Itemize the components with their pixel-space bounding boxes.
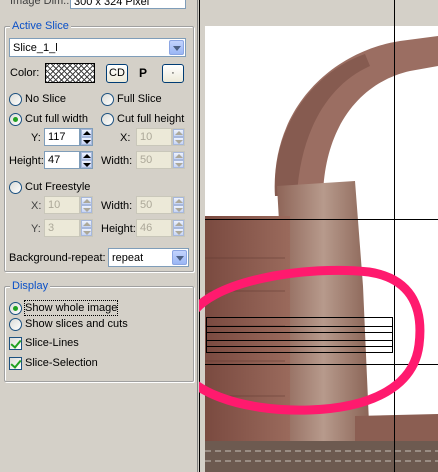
spin-up-icon[interactable] <box>81 152 92 160</box>
freestyle-x-label: X: <box>31 200 42 212</box>
x-label: X: <box>120 132 131 144</box>
freestyle-y-label: Y: <box>31 223 41 235</box>
bg-repeat-label: Background-repeat: <box>9 252 106 264</box>
spin-up-icon[interactable] <box>173 152 184 160</box>
width-input[interactable]: 50 <box>136 151 172 169</box>
spin-down-icon[interactable] <box>81 160 92 168</box>
y-spin[interactable] <box>80 128 93 146</box>
show-slices-radio[interactable] <box>9 318 22 331</box>
show-whole-image-radio[interactable] <box>9 302 22 315</box>
height-input[interactable]: 47 <box>44 151 80 169</box>
slice-select[interactable]: Slice_1_l <box>9 38 186 57</box>
cut-full-width-label: Cut full width <box>25 113 88 125</box>
spin-up-icon[interactable] <box>81 129 92 137</box>
spin-up-icon[interactable] <box>81 220 92 228</box>
color-swatch[interactable] <box>45 63 95 83</box>
spin-down-icon[interactable] <box>173 228 184 236</box>
spin-down-icon[interactable] <box>81 205 92 213</box>
cut-full-height-radio[interactable] <box>101 113 114 126</box>
image-dim-label: Image Dim.: <box>10 0 70 7</box>
width-label: Width: <box>101 155 133 167</box>
x-input[interactable]: 10 <box>136 128 172 146</box>
freestyle-width-input[interactable]: 50 <box>136 196 172 214</box>
full-slice-label: Full Slice <box>117 93 162 105</box>
chevron-down-icon[interactable] <box>172 250 187 265</box>
spin-down-icon[interactable] <box>173 160 184 168</box>
height-spin[interactable] <box>80 151 93 169</box>
show-slices-label: Show slices and cuts <box>25 318 128 330</box>
spin-down-icon[interactable] <box>81 137 92 145</box>
highlight-circle-icon <box>199 265 425 415</box>
spin-up-icon[interactable] <box>81 197 92 205</box>
slice-line-v1-top <box>394 0 395 26</box>
freestyle-height-input[interactable]: 46 <box>136 219 172 237</box>
cd-button[interactable]: CD <box>106 64 128 83</box>
slice-line-h1 <box>205 219 438 220</box>
full-slice-radio[interactable] <box>101 93 114 106</box>
image-preview[interactable] <box>199 0 438 472</box>
spin-up-icon[interactable] <box>173 197 184 205</box>
chevron-down-icon[interactable] <box>169 40 184 55</box>
active-slice-title: Active Slice <box>10 19 71 33</box>
cut-full-height-label: Cut full height <box>117 113 185 125</box>
height-label: Height: <box>9 155 44 167</box>
slice-selection-checkbox[interactable] <box>9 357 22 370</box>
freestyle-width-label: Width: <box>101 200 133 212</box>
spin-up-icon[interactable] <box>173 220 184 228</box>
spin-down-icon[interactable] <box>173 205 184 213</box>
freestyle-x-input[interactable]: 10 <box>44 196 80 214</box>
y-input[interactable]: 117 <box>44 128 80 146</box>
freestyle-height-label: Height: <box>101 223 136 235</box>
slice-lines-label: Slice-Lines <box>25 337 79 349</box>
freestyle-width-spin[interactable] <box>172 196 185 214</box>
display-title: Display <box>10 279 51 293</box>
y-label: Y: <box>31 132 41 144</box>
p-button[interactable]: P <box>139 66 147 80</box>
cut-full-width-radio[interactable] <box>9 113 22 126</box>
slice-select-value: Slice_1_l <box>13 42 58 54</box>
freestyle-height-spin[interactable] <box>172 219 185 237</box>
show-whole-image-label: Show whole image <box>23 300 119 316</box>
x-spin[interactable] <box>172 128 185 146</box>
image-dim-field: 300 x 324 Pixel <box>70 0 186 9</box>
settings-panel: Image Dim.: 300 x 324 Pixel Active Slice… <box>0 0 198 472</box>
cut-freestyle-radio[interactable] <box>9 181 22 194</box>
freestyle-y-spin[interactable] <box>80 219 93 237</box>
cut-freestyle-label: Cut Freestyle <box>25 181 91 193</box>
slice-lines-checkbox[interactable] <box>9 337 22 350</box>
spin-down-icon[interactable] <box>173 137 184 145</box>
freestyle-y-input[interactable]: 3 <box>44 219 80 237</box>
spin-up-icon[interactable] <box>173 129 184 137</box>
bg-repeat-value: repeat <box>112 252 144 264</box>
no-slice-label: No Slice <box>25 93 66 105</box>
more-button[interactable]: · <box>162 64 184 83</box>
color-label: Color: <box>10 67 40 79</box>
width-spin[interactable] <box>172 151 185 169</box>
spin-down-icon[interactable] <box>81 228 92 236</box>
no-slice-radio[interactable] <box>9 93 22 106</box>
freestyle-x-spin[interactable] <box>80 196 93 214</box>
bg-repeat-select[interactable]: repeat <box>108 248 189 267</box>
slice-selection-label: Slice-Selection <box>25 357 98 369</box>
